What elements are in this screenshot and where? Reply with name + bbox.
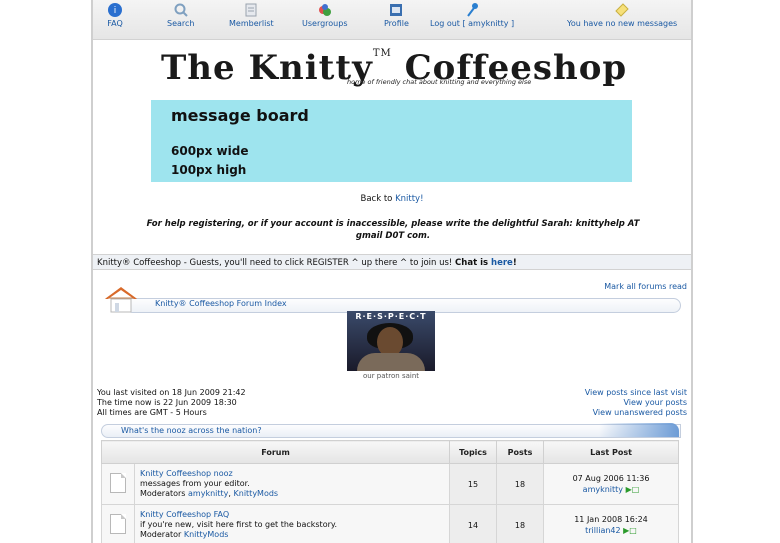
forum-link[interactable]: Knitty Coffeeshop FAQ <box>140 510 444 520</box>
forum-folder-icon <box>110 473 126 493</box>
col-last-post: Last Post <box>543 440 679 464</box>
logo-title: The Knitty <box>161 48 373 88</box>
mods-label: Moderator <box>140 530 184 539</box>
knitty-link[interactable]: Knitty! <box>395 194 423 204</box>
home-icon[interactable] <box>101 284 141 314</box>
nav-messages-label: You have no new messages <box>567 19 678 28</box>
forum-folder-icon <box>110 514 126 534</box>
breadcrumb-forum-index[interactable]: Knitty® Coffeeshop Forum Index <box>155 299 287 308</box>
col-posts: Posts <box>496 440 544 464</box>
nav-memberlist-label: Memberlist <box>229 19 274 28</box>
banner-line1: message board <box>171 106 309 125</box>
logo-tagline: home of friendly chat about knitting and… <box>347 78 532 86</box>
ad-banner: message board 600px wide 100px high <box>151 100 632 182</box>
mods-label: Moderators <box>140 489 189 498</box>
backto-prefix: Back to <box>360 194 396 204</box>
view-latest-post-icon[interactable]: ▶□ <box>626 484 640 495</box>
message-icon <box>615 3 629 17</box>
time-now: The time now is 22 Jun 2009 18:30 <box>97 398 237 407</box>
nav-usergroups[interactable]: Usergroups <box>302 2 348 28</box>
forum-link[interactable]: Knitty Coffeeshop nooz <box>140 469 444 479</box>
nav-profile-label: Profile <box>384 19 409 28</box>
back-to-knitty: Back to Knitty! <box>93 194 691 204</box>
view-since-last-visit-link[interactable]: View posts since last visit <box>585 388 687 398</box>
usergroups-icon <box>318 4 331 16</box>
visit-info: You last visited on 18 Jun 2009 21:42 Th… <box>97 388 246 418</box>
view-links: View posts since last visit View your po… <box>585 388 687 418</box>
patron-caption: our patron saint <box>362 372 420 380</box>
forum-mods: Moderators amyknitty, KnittyMods <box>140 489 279 498</box>
logo-tm: TM <box>372 48 392 59</box>
nav-search[interactable]: Search <box>167 2 194 28</box>
nav-memberlist[interactable]: Memberlist <box>229 2 274 28</box>
guest-bar: Knitty® Coffeeshop - Guests, you'll need… <box>93 254 691 270</box>
bang-label: ! <box>512 258 517 268</box>
table-row: Knitty Coffeeshop nooz messages from you… <box>101 463 679 505</box>
moderator-link[interactable]: KnittyMods <box>184 530 229 539</box>
mark-all-read-link[interactable]: Mark all forums read <box>604 282 687 291</box>
page-frame: i FAQ Search Memberlist Usergroups Profi… <box>91 0 693 543</box>
is-label: is <box>477 258 492 268</box>
forum-desc: if you're new, visit here first to get t… <box>140 520 338 529</box>
view-unanswered-link[interactable]: View unanswered posts <box>585 408 687 418</box>
category-title[interactable]: What's the nooz across the nation? <box>121 426 262 435</box>
key-icon <box>467 3 479 17</box>
nav-logout[interactable]: Log out [ amyknitty ] <box>430 2 514 28</box>
search-icon <box>174 3 188 17</box>
chat-here-link[interactable]: here <box>491 258 513 268</box>
guest-text: Knitty® Coffeeshop - Guests, you'll need… <box>97 258 456 268</box>
nav-messages[interactable]: You have no new messages <box>567 2 677 28</box>
posts-count: 18 <box>496 504 544 543</box>
table-header-row: Forum Topics Posts Last Post <box>101 440 679 464</box>
memberlist-icon <box>245 3 257 17</box>
patron-saint-image: R·E·S·P·E·C·T our patron saint <box>347 311 435 380</box>
view-your-posts-link[interactable]: View your posts <box>585 398 687 408</box>
table-row: Knitty Coffeeshop FAQ if you're new, vis… <box>101 504 679 543</box>
forum-desc: messages from your editor. <box>140 479 250 488</box>
faq-icon: i <box>108 3 122 17</box>
banner-line3: 100px high <box>171 163 247 177</box>
site-logo[interactable]: The KnittyTM Coffeeshop home of friendly… <box>93 44 691 88</box>
topics-count: 14 <box>449 504 497 543</box>
moderator-link[interactable]: KnittyMods <box>234 489 279 498</box>
col-forum: Forum <box>101 440 450 464</box>
nav-faq[interactable]: i FAQ <box>107 2 123 28</box>
last-post-date: 11 Jan 2008 16:24 <box>574 515 648 524</box>
profile-icon <box>390 4 403 16</box>
help-text: For help registering, or if your account… <box>146 219 640 241</box>
last-post-date: 07 Aug 2006 11:36 <box>572 474 650 483</box>
moderator-link[interactable]: amyknitty <box>188 489 228 498</box>
view-latest-post-icon[interactable]: ▶□ <box>623 525 637 536</box>
last-post-user[interactable]: amyknitty <box>583 485 623 494</box>
topics-count: 15 <box>449 463 497 505</box>
timezone: All times are GMT - 5 Hours <box>97 408 207 417</box>
last-visited: You last visited on 18 Jun 2009 21:42 <box>97 388 246 397</box>
last-post-user[interactable]: trillian42 <box>585 526 620 535</box>
banner-line2: 600px wide <box>171 144 249 158</box>
chat-label: Chat <box>455 258 478 268</box>
nav-logout-label: Log out [ amyknitty ] <box>430 19 515 28</box>
posts-count: 18 <box>496 463 544 505</box>
respect-header: R·E·S·P·E·C·T <box>355 312 427 321</box>
nav-faq-label: FAQ <box>107 19 123 28</box>
nav-search-label: Search <box>167 19 195 28</box>
nav-usergroups-label: Usergroups <box>302 19 348 28</box>
nav-profile[interactable]: Profile <box>384 2 409 28</box>
forum-table: Forum Topics Posts Last Post Knitty Coff… <box>101 440 679 543</box>
forum-mods: Moderator KnittyMods <box>140 530 444 540</box>
top-nav: i FAQ Search Memberlist Usergroups Profi… <box>93 0 691 40</box>
category-header: What's the nooz across the nation? <box>101 423 681 438</box>
col-topics: Topics <box>449 440 497 464</box>
svg-text:i: i <box>114 6 117 16</box>
